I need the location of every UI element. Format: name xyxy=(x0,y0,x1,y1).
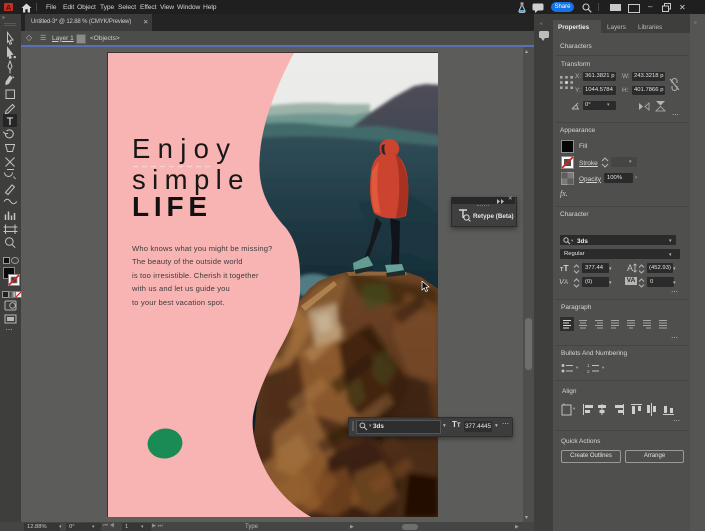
svg-text:T: T xyxy=(7,116,14,128)
svg-text:1: 1 xyxy=(587,363,590,368)
svg-text:A: A xyxy=(627,263,633,273)
svg-text:2: 2 xyxy=(587,369,590,374)
